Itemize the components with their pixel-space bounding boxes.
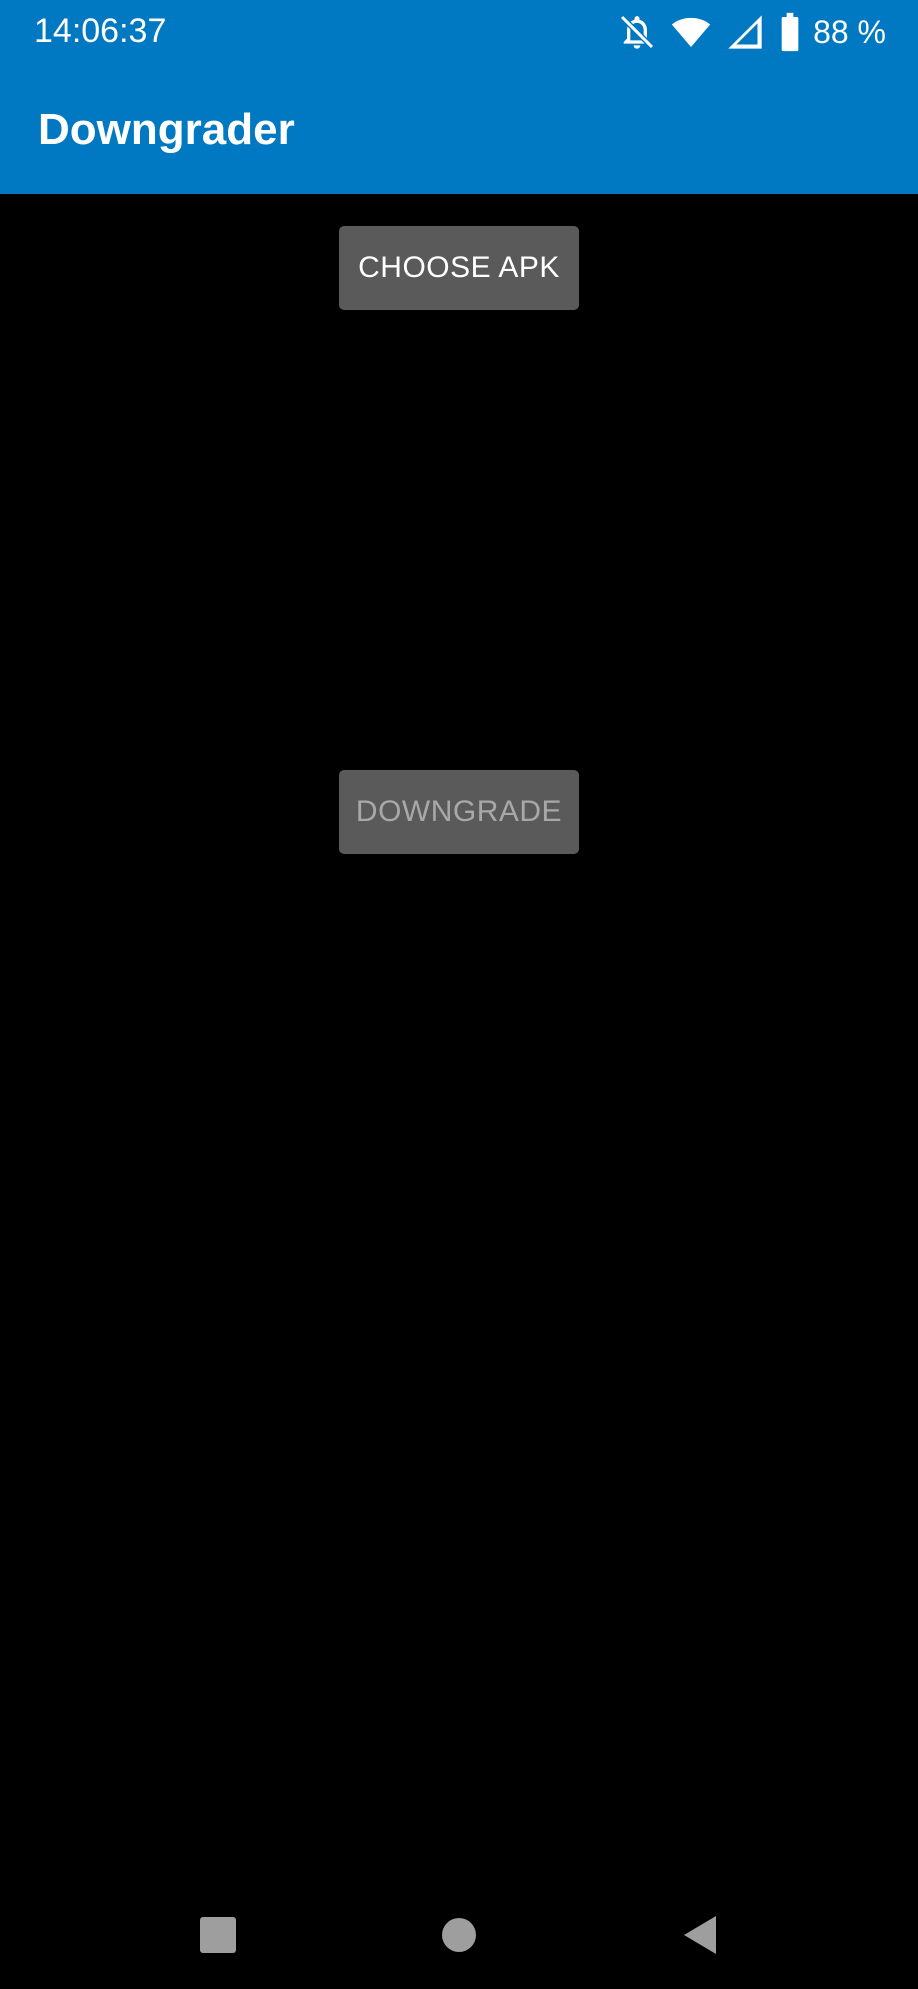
nav-bar: [0, 1880, 918, 1989]
app-title: Downgrader: [38, 105, 295, 154]
battery-icon: [779, 12, 801, 52]
screen: 14:06:37 88 % Downgrader CHOOSE APK DOWN…: [0, 0, 918, 1989]
status-time: 14:06:37: [34, 12, 167, 50]
status-icons: 88 %: [603, 12, 886, 52]
wifi-icon: [671, 12, 711, 52]
app-header: 14:06:37 88 % Downgrader: [0, 0, 918, 194]
back-button[interactable]: [640, 1880, 760, 1989]
cell-signal-icon: [725, 12, 765, 52]
battery-percent: 88 %: [813, 14, 886, 50]
home-button[interactable]: [399, 1880, 519, 1989]
bell-off-icon: [617, 12, 657, 52]
recents-icon: [200, 1916, 236, 1953]
status-bar: 14:06:37 88 %: [0, 0, 918, 62]
home-icon: [442, 1917, 476, 1952]
downgrade-button[interactable]: DOWNGRADE: [339, 770, 579, 854]
back-icon: [684, 1915, 716, 1954]
choose-apk-button[interactable]: CHOOSE APK: [339, 226, 579, 310]
recents-button[interactable]: [158, 1880, 278, 1989]
